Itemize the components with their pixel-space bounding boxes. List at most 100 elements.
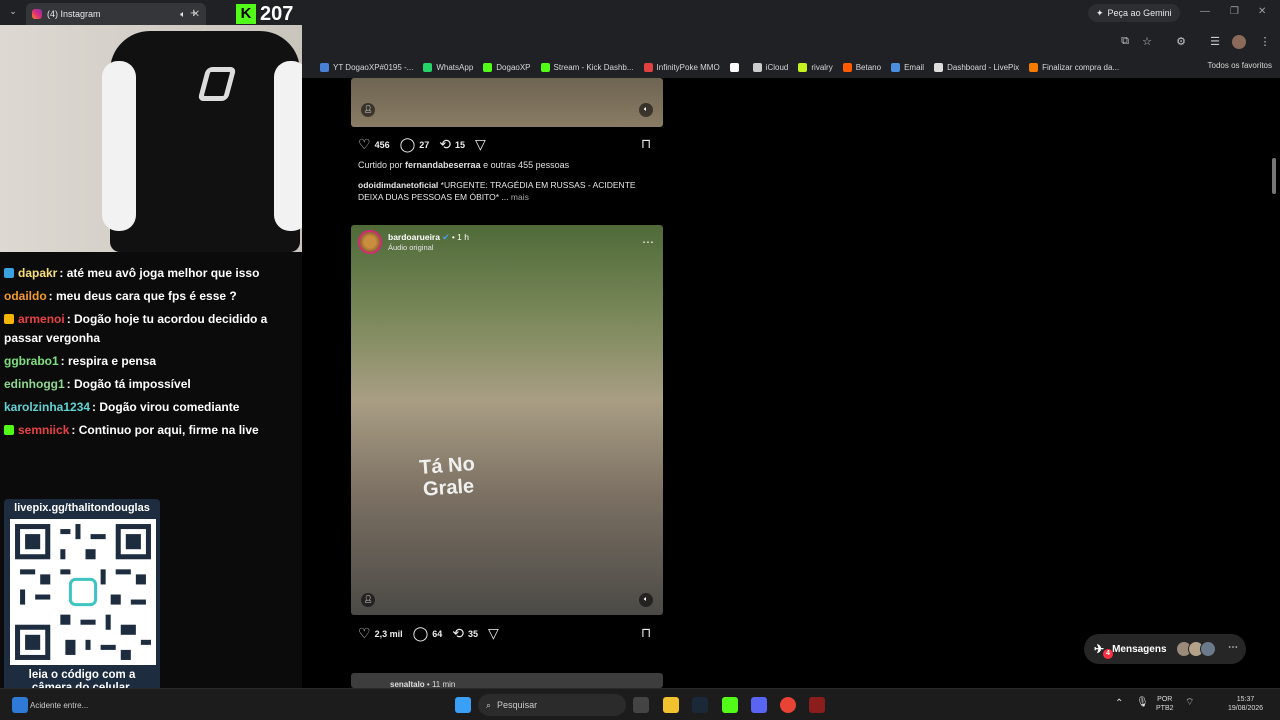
mute-tab-icon[interactable]: 🔈︎	[180, 9, 185, 20]
tray-chevron-icon[interactable]: ⌃	[1115, 699, 1123, 709]
tagged-user-icon[interactable]: 👤︎	[361, 103, 375, 117]
mic-icon[interactable]: 🎙︎	[1136, 698, 1149, 708]
clock-time: 15:37	[1236, 696, 1255, 703]
install-app-icon[interactable]: ⧉	[1118, 35, 1132, 49]
windows-start-icon[interactable]	[455, 697, 471, 713]
lang-1: POR	[1157, 696, 1173, 703]
tagged-user-icon[interactable]: 👤︎	[361, 593, 375, 607]
chat-username: karolzinha1234	[4, 400, 91, 414]
share-icon[interactable]: ▽	[488, 625, 499, 642]
weather-widget-icon[interactable]	[12, 697, 28, 713]
qr-line-1: leia o código com a	[28, 669, 136, 681]
comment-icon[interactable]: ◯	[413, 625, 429, 642]
bookmark-item[interactable]: InfinityPoke MMO	[643, 62, 720, 72]
post1-media[interactable]: 👤︎ 🔈︎	[351, 78, 663, 127]
network-icon[interactable]: ⌔	[1185, 698, 1194, 708]
tab-instagram[interactable]: (4) Instagram 🔈︎ ✕	[26, 3, 206, 25]
bookmark-favicon-icon	[729, 62, 739, 72]
tab-search-chevron-icon[interactable]: ⌄	[6, 6, 20, 20]
language-indicator[interactable]: POR PTB2	[1156, 695, 1174, 713]
messages-button[interactable]: ✈︎ 4 Mensagens ⋯	[1084, 634, 1246, 664]
bookmarks-bar: YT DogaoXP#0195 -... WhatsApp DogaoXP Strea…	[302, 56, 1280, 78]
bookmark-item[interactable]: Dashboard - LivePix	[934, 62, 1019, 72]
bookmark-item[interactable]	[729, 62, 743, 72]
comment-icon[interactable]: ◯	[400, 136, 416, 153]
clock[interactable]: 15:37 19/08/2026	[1228, 695, 1263, 713]
like-count: 456	[374, 139, 390, 150]
gemini-button[interactable]: ✦ Peça ao Gemini	[1088, 4, 1180, 22]
bookmark-item[interactable]: Email	[891, 62, 925, 72]
chat-username: ggbrabo1	[4, 354, 59, 368]
new-tab-button[interactable]: +	[190, 5, 198, 20]
post-username[interactable]: bardoarueira	[388, 232, 440, 242]
bookmark-favicon-icon	[798, 62, 808, 72]
star-icon[interactable]: ☆	[1140, 35, 1154, 49]
lang-2: PTB2	[1156, 705, 1174, 712]
reading-list-icon[interactable]: ☰	[1208, 35, 1222, 49]
bookmark-label: Stream - Kick Dashb...	[553, 62, 634, 72]
save-icon[interactable]: ⊓	[641, 136, 651, 152]
bookmark-label: Email	[904, 62, 925, 72]
all-bookmarks-folder[interactable]: Todos os favoritos	[1208, 61, 1272, 70]
bookmark-item[interactable]: Finalizar compra da...	[1029, 62, 1119, 72]
close-window-icon[interactable]: ✕	[1258, 6, 1266, 17]
shirt-line-2: Grale	[422, 475, 475, 501]
more-icon[interactable]: ⋯	[1228, 642, 1238, 653]
liked-by-suffix[interactable]: e outras 455 pessoas	[481, 160, 569, 170]
file-explorer-icon[interactable]	[663, 697, 679, 713]
scrollbar[interactable]	[1270, 80, 1278, 680]
more-link[interactable]: mais	[511, 192, 529, 202]
profile-avatar[interactable]	[1232, 35, 1246, 49]
chat-username: semniick	[18, 423, 70, 437]
minimize-icon[interactable]: —	[1200, 6, 1210, 17]
viewer-count: 207	[260, 2, 294, 25]
qr-code	[10, 519, 156, 665]
bookmark-item[interactable]: DogaoXP	[483, 62, 531, 72]
livepix-qr-panel: livepix.gg/thalitondouglas leia o código…	[4, 499, 160, 701]
message-avatars	[1176, 641, 1216, 657]
bookmark-item[interactable]: YT DogaoXP#0195 -...	[320, 62, 414, 72]
messages-label: Mensagens	[1112, 643, 1167, 655]
audio-icon[interactable]: 🔈︎	[639, 593, 653, 607]
verified-icon: ✔	[442, 232, 450, 242]
news-widget[interactable]: Acidente entre...	[30, 701, 88, 710]
chat-text: : respira e pensa	[60, 354, 157, 368]
like-icon[interactable]: ♡	[358, 625, 371, 642]
bookmark-favicon-icon	[842, 62, 852, 72]
save-icon[interactable]: ⊓	[641, 625, 651, 641]
taskbar-search[interactable]: ⌕ Pesquisar	[478, 694, 626, 716]
bookmark-label: YT DogaoXP#0195 -...	[333, 62, 414, 72]
game-app-icon[interactable]	[809, 697, 825, 713]
screen: ⌄ (4) Instagram 🔈︎ ✕ + ✦ Peça ao Gemini …	[0, 0, 1280, 720]
bookmark-item[interactable]: rivalry	[798, 62, 833, 72]
repost-icon[interactable]: ⟲	[439, 136, 451, 153]
steam-icon[interactable]	[692, 697, 708, 713]
kick-app-icon[interactable]	[722, 697, 738, 713]
post-audio[interactable]: Áudio original	[388, 243, 469, 252]
menu-icon[interactable]: ⋮	[1258, 35, 1272, 49]
extensions-icon[interactable]: ⚙	[1174, 35, 1188, 49]
discord-icon[interactable]	[751, 697, 767, 713]
repost-icon[interactable]: ⟲	[452, 625, 464, 642]
chrome-icon[interactable]	[780, 697, 796, 713]
avatar[interactable]	[358, 230, 382, 254]
audio-icon[interactable]: 🔈︎	[639, 103, 653, 117]
bookmark-item[interactable]: WhatsApp	[423, 62, 473, 72]
browser-toolbar: ⧉ ☆ ⚙ ☰ ⋮	[302, 28, 1280, 56]
bookmark-favicon-icon	[891, 62, 901, 72]
bookmark-favicon-icon	[483, 62, 493, 72]
caption-username[interactable]: odoidimdanetoficial	[358, 180, 438, 190]
bookmark-item[interactable]: Betano	[842, 62, 881, 72]
task-view-icon[interactable]	[633, 697, 649, 713]
bookmark-label: InfinityPoke MMO	[656, 62, 720, 72]
maximize-icon[interactable]: ❐	[1230, 6, 1239, 17]
liked-by-user[interactable]: fernandabeserraa	[405, 160, 481, 170]
post2-media[interactable]: 👤︎ 🔈︎	[351, 225, 663, 615]
like-icon[interactable]: ♡	[358, 136, 371, 153]
bookmark-item[interactable]: iCloud	[752, 62, 788, 72]
share-icon[interactable]: ▽	[475, 136, 486, 153]
bookmark-item[interactable]: Stream - Kick Dashb...	[540, 62, 634, 72]
chat-username: armenoi	[18, 312, 65, 326]
repost-count: 35	[468, 628, 479, 639]
more-options-icon[interactable]: ⋯	[642, 235, 654, 249]
